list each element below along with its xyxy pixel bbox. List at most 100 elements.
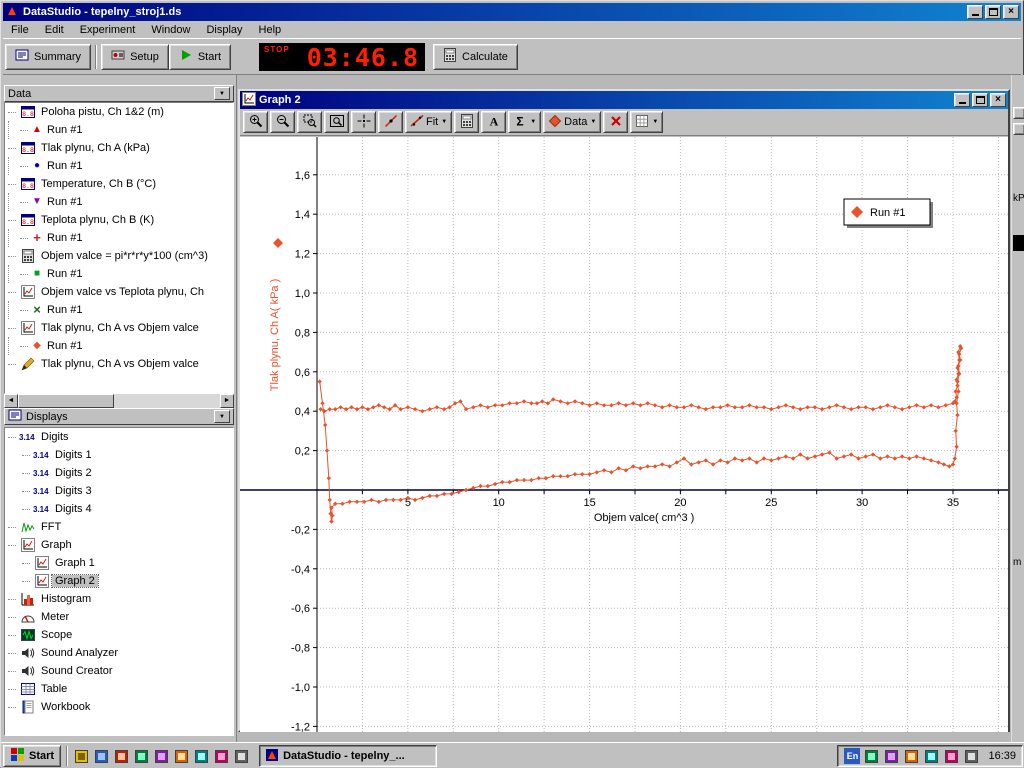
- run-item[interactable]: ×Run #1: [5, 301, 233, 319]
- displays-panel-dropdown-button[interactable]: ▼: [214, 410, 230, 423]
- language-indicator[interactable]: En: [844, 748, 860, 764]
- quicklaunch-icon-9[interactable]: [233, 748, 250, 765]
- data-source-item[interactable]: 8.8Teplota plynu, Ch B (K): [5, 211, 233, 229]
- graph-window-icon: [242, 92, 256, 109]
- minimize-button[interactable]: [967, 5, 983, 19]
- calculate-button[interactable]: Calculate: [433, 44, 518, 70]
- quicklaunch-icon-6[interactable]: [173, 748, 190, 765]
- menu-help[interactable]: Help: [251, 22, 290, 38]
- smart-tool-button[interactable]: [351, 111, 376, 133]
- data-source-item[interactable]: Objem valce = pi*r*r*y*100 (cm^3): [5, 247, 233, 265]
- display-item-digits-3[interactable]: 3.14Digits 3: [5, 482, 233, 500]
- tree-connector: [8, 545, 16, 546]
- display-item-workbook[interactable]: Workbook: [5, 698, 233, 716]
- quicklaunch-icon-3[interactable]: [113, 748, 130, 765]
- display-item-graph-2[interactable]: Graph 2: [5, 572, 233, 590]
- data-panel-dropdown-button[interactable]: ▼: [214, 87, 230, 100]
- zoom-out-button[interactable]: [270, 111, 295, 133]
- graph-maximize-button[interactable]: [972, 93, 988, 107]
- menu-window[interactable]: Window: [143, 22, 198, 38]
- display-item-histogram[interactable]: Histogram: [5, 590, 233, 608]
- graph-settings-button[interactable]: ▼: [630, 111, 663, 133]
- slope-tool-button[interactable]: [378, 111, 403, 133]
- tray-icon-6[interactable]: [963, 748, 980, 765]
- data-source-item[interactable]: 8.8Poloha pistu, Ch 1&2 (m): [5, 103, 233, 121]
- plot-area[interactable]: 1,61,41,21,00,80,60,40,2-0,2-0,4-0,6-0,8…: [240, 137, 1008, 732]
- graph-minimize-button[interactable]: [954, 93, 970, 107]
- run-item[interactable]: ▼Run #1: [5, 193, 233, 211]
- run-item[interactable]: ■Run #1: [5, 265, 233, 283]
- fit-button[interactable]: Fit▼: [405, 111, 452, 133]
- display-item-digits[interactable]: 3.14Digits: [5, 428, 233, 446]
- taskbar-task-button[interactable]: DataStudio - tepelny_...: [259, 745, 437, 767]
- quicklaunch-icon-7[interactable]: [193, 748, 210, 765]
- tree-connector: [8, 635, 16, 636]
- display-item-digits-4[interactable]: 3.14Digits 4: [5, 500, 233, 518]
- tray-icon-5[interactable]: [943, 748, 960, 765]
- zoom-in-button[interactable]: [243, 111, 268, 133]
- menu-file[interactable]: File: [3, 22, 37, 38]
- setup-button[interactable]: Setup: [101, 44, 169, 70]
- titlebar[interactable]: DataStudio - tepelny_stroj1.ds ×: [3, 3, 1021, 21]
- background-window-button[interactable]: [1013, 123, 1024, 135]
- display-item-graph-1[interactable]: Graph 1: [5, 554, 233, 572]
- maximize-button[interactable]: [985, 5, 1001, 19]
- graph-close-button[interactable]: ×: [990, 93, 1006, 107]
- summary-button[interactable]: Summary: [5, 44, 91, 70]
- display-item-graph[interactable]: Graph: [5, 536, 233, 554]
- tray-icon-2[interactable]: [883, 748, 900, 765]
- run-item[interactable]: ◆Run #1: [5, 337, 233, 355]
- graph-window-titlebar[interactable]: Graph 2 ×: [240, 91, 1008, 109]
- graph-plot[interactable]: 1,61,41,21,00,80,60,40,2-0,2-0,4-0,6-0,8…: [240, 137, 1008, 732]
- quicklaunch-icon-8[interactable]: [213, 748, 230, 765]
- quicklaunch-icon-4[interactable]: [133, 748, 150, 765]
- menu-experiment[interactable]: Experiment: [72, 22, 144, 38]
- menu-display[interactable]: Display: [198, 22, 250, 38]
- tray-icon-4[interactable]: [923, 748, 940, 765]
- statistics-button[interactable]: Σ▼: [508, 111, 541, 133]
- data-source-item[interactable]: 8.8Tlak plynu, Ch A (kPa): [5, 139, 233, 157]
- data-source-item[interactable]: 8.8Temperature, Ch B (°C): [5, 175, 233, 193]
- display-item-sound-analyzer[interactable]: Sound Analyzer: [5, 644, 233, 662]
- run-item[interactable]: +Run #1: [5, 229, 233, 247]
- data-button[interactable]: Data▼: [543, 111, 601, 133]
- remove-button[interactable]: [603, 111, 628, 133]
- zoom-select-button[interactable]: [297, 111, 322, 133]
- menu-edit[interactable]: Edit: [37, 22, 72, 38]
- quicklaunch-icon-1[interactable]: [73, 748, 90, 765]
- display-item-digits-1[interactable]: 3.14Digits 1: [5, 446, 233, 464]
- svg-text:-0,2: -0,2: [291, 524, 310, 536]
- display-item-fft[interactable]: FFT: [5, 518, 233, 536]
- scrollbar-track[interactable]: [18, 394, 220, 408]
- tray-icon-3[interactable]: [903, 748, 920, 765]
- scale-to-fit-button[interactable]: [324, 111, 349, 133]
- data-source-item[interactable]: Objem valce vs Teplota plynu, Ch: [5, 283, 233, 301]
- data-tree-hscrollbar[interactable]: ◄ ►: [4, 394, 234, 408]
- display-item-table[interactable]: Table: [5, 680, 233, 698]
- quicklaunch-icon-5[interactable]: [153, 748, 170, 765]
- calculate-button[interactable]: [454, 111, 479, 133]
- close-button[interactable]: ×: [1003, 5, 1019, 19]
- start-button[interactable]: Start: [169, 44, 231, 70]
- tree-connector: [22, 455, 30, 456]
- scroll-left-button[interactable]: ◄: [4, 394, 18, 408]
- scrollbar-thumb[interactable]: [18, 394, 114, 408]
- run-item[interactable]: ●Run #1: [5, 157, 233, 175]
- display-item-meter[interactable]: Meter: [5, 608, 233, 626]
- svg-text:15: 15: [583, 497, 595, 509]
- tray-icon-1[interactable]: [863, 748, 880, 765]
- data-source-item[interactable]: Tlak plynu, Ch A vs Objem valce: [5, 319, 233, 337]
- start-menu-button[interactable]: Start: [3, 745, 61, 767]
- data-source-label: Tlak plynu, Ch A vs Objem valce: [38, 322, 202, 334]
- scroll-right-button[interactable]: ►: [220, 394, 234, 408]
- display-item-sound-creator[interactable]: Sound Creator: [5, 662, 233, 680]
- tree-connector: [8, 301, 20, 319]
- background-window-button[interactable]: [1013, 107, 1024, 119]
- data-source-item[interactable]: Tlak plynu, Ch A vs Objem valce: [5, 355, 233, 373]
- quicklaunch-icon-2[interactable]: [93, 748, 110, 765]
- display-item-digits-2[interactable]: 3.14Digits 2: [5, 464, 233, 482]
- display-item-scope[interactable]: Scope: [5, 626, 233, 644]
- run-item[interactable]: ▲Run #1: [5, 121, 233, 139]
- tree-connector: [22, 563, 30, 564]
- text-annotation-button[interactable]: A: [481, 111, 506, 133]
